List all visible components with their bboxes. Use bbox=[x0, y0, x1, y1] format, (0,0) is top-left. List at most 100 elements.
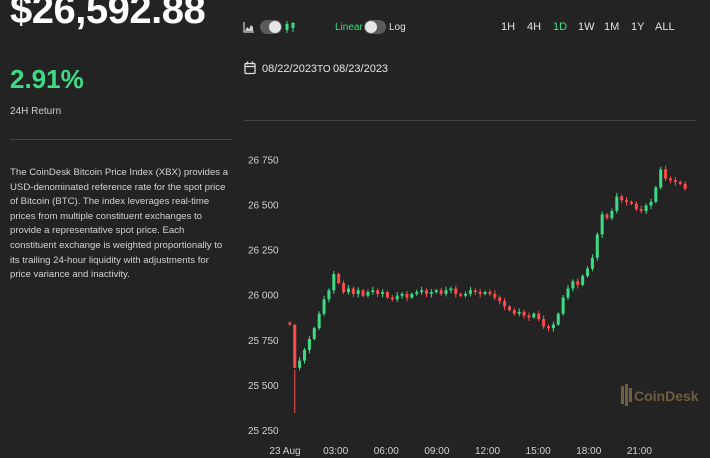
candle-body[interactable] bbox=[332, 274, 336, 291]
candle-body[interactable] bbox=[625, 200, 629, 202]
candle-body[interactable] bbox=[405, 293, 409, 298]
price-chart[interactable]: 25 250 25 500 25 750 26 000 26 250 26 500 26 7… bbox=[240, 140, 700, 458]
candle-body[interactable] bbox=[376, 290, 380, 294]
candle-body[interactable] bbox=[342, 283, 346, 293]
candle-body[interactable] bbox=[576, 281, 580, 285]
candle-body[interactable] bbox=[468, 290, 472, 294]
candle-body[interactable] bbox=[303, 349, 307, 361]
candle-body[interactable] bbox=[483, 292, 487, 294]
candle-body[interactable] bbox=[293, 324, 297, 368]
candle-body[interactable] bbox=[493, 293, 497, 298]
candle-body[interactable] bbox=[429, 292, 433, 294]
candle-body[interactable] bbox=[634, 203, 638, 210]
candle-body[interactable] bbox=[400, 293, 404, 296]
chart-type-toggle[interactable] bbox=[260, 20, 282, 34]
candle-body[interactable] bbox=[361, 290, 365, 296]
candle-body[interactable] bbox=[551, 324, 555, 329]
candle-body[interactable] bbox=[605, 214, 609, 219]
candle-body[interactable] bbox=[542, 319, 546, 327]
candle-body[interactable] bbox=[512, 310, 516, 314]
candle-body[interactable] bbox=[673, 180, 677, 183]
candle-body[interactable] bbox=[449, 288, 453, 291]
candle-body[interactable] bbox=[600, 214, 604, 235]
candle-body[interactable] bbox=[459, 293, 463, 296]
candle-body[interactable] bbox=[649, 201, 653, 206]
candle-body[interactable] bbox=[464, 293, 468, 296]
candle-body[interactable] bbox=[659, 169, 663, 188]
candle-body[interactable] bbox=[522, 311, 526, 316]
candle-body[interactable] bbox=[381, 292, 385, 294]
scale-linear-label[interactable]: Linear bbox=[335, 22, 363, 33]
candle-body[interactable] bbox=[337, 274, 341, 284]
candle-body[interactable] bbox=[683, 183, 687, 189]
candle-body[interactable] bbox=[371, 290, 375, 293]
candle-body[interactable] bbox=[615, 196, 619, 211]
candle-body[interactable] bbox=[620, 196, 624, 201]
candlestick-chart-icon[interactable] bbox=[284, 20, 296, 34]
date-from[interactable]: 08/22/2023 bbox=[262, 63, 317, 75]
candle-body[interactable] bbox=[298, 360, 302, 368]
candle-body[interactable] bbox=[590, 257, 594, 269]
candle-body[interactable] bbox=[595, 234, 599, 258]
candle-body[interactable] bbox=[351, 288, 355, 294]
candle-body[interactable] bbox=[356, 290, 360, 294]
candle-body[interactable] bbox=[434, 290, 438, 293]
candle-body[interactable] bbox=[307, 338, 311, 350]
candle-body[interactable] bbox=[566, 288, 570, 298]
candle-body[interactable] bbox=[639, 209, 643, 211]
candle-body[interactable] bbox=[488, 292, 492, 294]
candle-body[interactable] bbox=[527, 315, 531, 318]
candle-body[interactable] bbox=[366, 292, 370, 296]
candle-body[interactable] bbox=[439, 290, 443, 294]
candle-body[interactable] bbox=[288, 322, 292, 325]
candle-body[interactable] bbox=[415, 292, 419, 294]
candle-body[interactable] bbox=[478, 292, 482, 294]
candle-body[interactable] bbox=[668, 178, 672, 181]
candle-body[interactable] bbox=[561, 297, 565, 314]
candle-body[interactable] bbox=[327, 290, 331, 300]
candle-body[interactable] bbox=[322, 299, 326, 314]
candle-body[interactable] bbox=[571, 281, 575, 289]
scale-toggle[interactable] bbox=[364, 20, 386, 34]
calendar-icon[interactable] bbox=[244, 61, 256, 75]
candle-body[interactable] bbox=[498, 297, 502, 302]
range-1y[interactable]: 1Y bbox=[631, 21, 644, 33]
watermark-text: CoinDesk bbox=[634, 388, 699, 404]
candle-body[interactable] bbox=[385, 292, 389, 298]
candle-body[interactable] bbox=[395, 295, 399, 300]
candle-body[interactable] bbox=[629, 201, 633, 204]
candle-body[interactable] bbox=[532, 313, 536, 318]
candle-body[interactable] bbox=[546, 326, 550, 329]
area-chart-icon[interactable] bbox=[243, 21, 255, 33]
range-1h[interactable]: 1H bbox=[501, 21, 515, 33]
candle-body[interactable] bbox=[425, 290, 429, 294]
candle-body[interactable] bbox=[346, 288, 350, 293]
candle-body[interactable] bbox=[610, 210, 614, 219]
candle-body[interactable] bbox=[537, 313, 541, 320]
candle-body[interactable] bbox=[312, 328, 316, 339]
candle-body[interactable] bbox=[654, 187, 658, 202]
candle-body[interactable] bbox=[410, 293, 414, 298]
candle-body[interactable] bbox=[507, 306, 511, 311]
range-all[interactable]: ALL bbox=[655, 21, 675, 33]
range-1w[interactable]: 1W bbox=[578, 21, 595, 33]
candle-body[interactable] bbox=[678, 182, 682, 184]
candle-body[interactable] bbox=[581, 275, 585, 285]
range-1m[interactable]: 1M bbox=[604, 21, 619, 33]
candle-body[interactable] bbox=[390, 297, 394, 300]
candle-body[interactable] bbox=[317, 313, 321, 329]
candle-body[interactable] bbox=[586, 268, 590, 276]
range-1d[interactable]: 1D bbox=[553, 21, 567, 33]
range-4h[interactable]: 4H bbox=[527, 21, 541, 33]
candle-body[interactable] bbox=[644, 205, 648, 211]
candle-body[interactable] bbox=[556, 313, 560, 325]
candle-body[interactable] bbox=[454, 288, 458, 294]
candle-body[interactable] bbox=[503, 301, 507, 307]
scale-log-label[interactable]: Log bbox=[389, 22, 406, 33]
candle-body[interactable] bbox=[420, 290, 424, 293]
candle-body[interactable] bbox=[517, 311, 521, 314]
date-to[interactable]: 08/23/2023 bbox=[333, 63, 388, 75]
candle-body[interactable] bbox=[664, 169, 668, 179]
candle-body[interactable] bbox=[473, 290, 477, 293]
candle-body[interactable] bbox=[444, 290, 448, 294]
